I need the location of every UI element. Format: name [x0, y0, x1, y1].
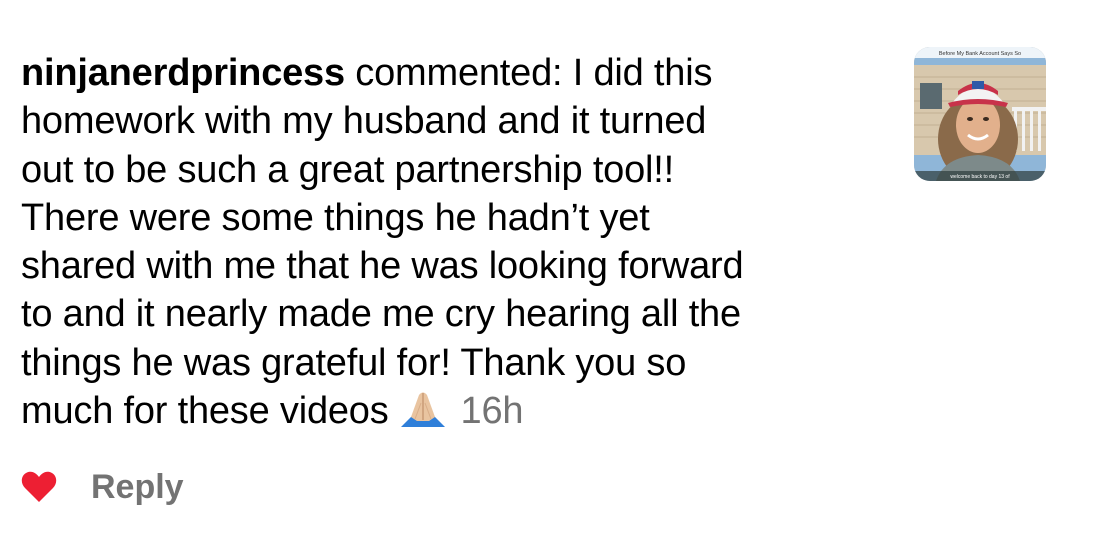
comment-timestamp: 16h [460, 390, 524, 433]
comment-action: commented: [355, 52, 563, 94]
folded-hands-icon [395, 389, 451, 429]
comment-line-3: out to be such a great partnership tool!… [21, 148, 674, 191]
comment-username[interactable]: ninjanerdprincess [21, 52, 345, 94]
comment-text: ninjanerdprincess commented: I did this … [21, 49, 881, 435]
comment-line-6: to and it nearly made me cry hearing all… [21, 293, 741, 336]
post-thumbnail[interactable]: Before My Bank Account Says So welcome b… [914, 47, 1046, 181]
thumbnail-caption-top: Before My Bank Account Says So [939, 51, 1021, 57]
heart-icon[interactable] [21, 471, 57, 503]
reply-button[interactable]: Reply [91, 468, 184, 507]
comment-line-5: shared with me that he was looking forwa… [21, 245, 744, 288]
comment-actions: Reply [21, 462, 184, 512]
comment-line-1: I did this [572, 52, 713, 94]
comment-line-4: There were some things he hadn’t yet [21, 196, 650, 239]
comment-line-7: things he was grateful for! Thank you so [21, 341, 687, 384]
thumbnail-caption-bottom: welcome back to day 13 of [950, 174, 1010, 180]
comment-line-8: much for these videos [21, 390, 389, 433]
comment-line-2: homework with my husband and it turned [21, 100, 707, 143]
